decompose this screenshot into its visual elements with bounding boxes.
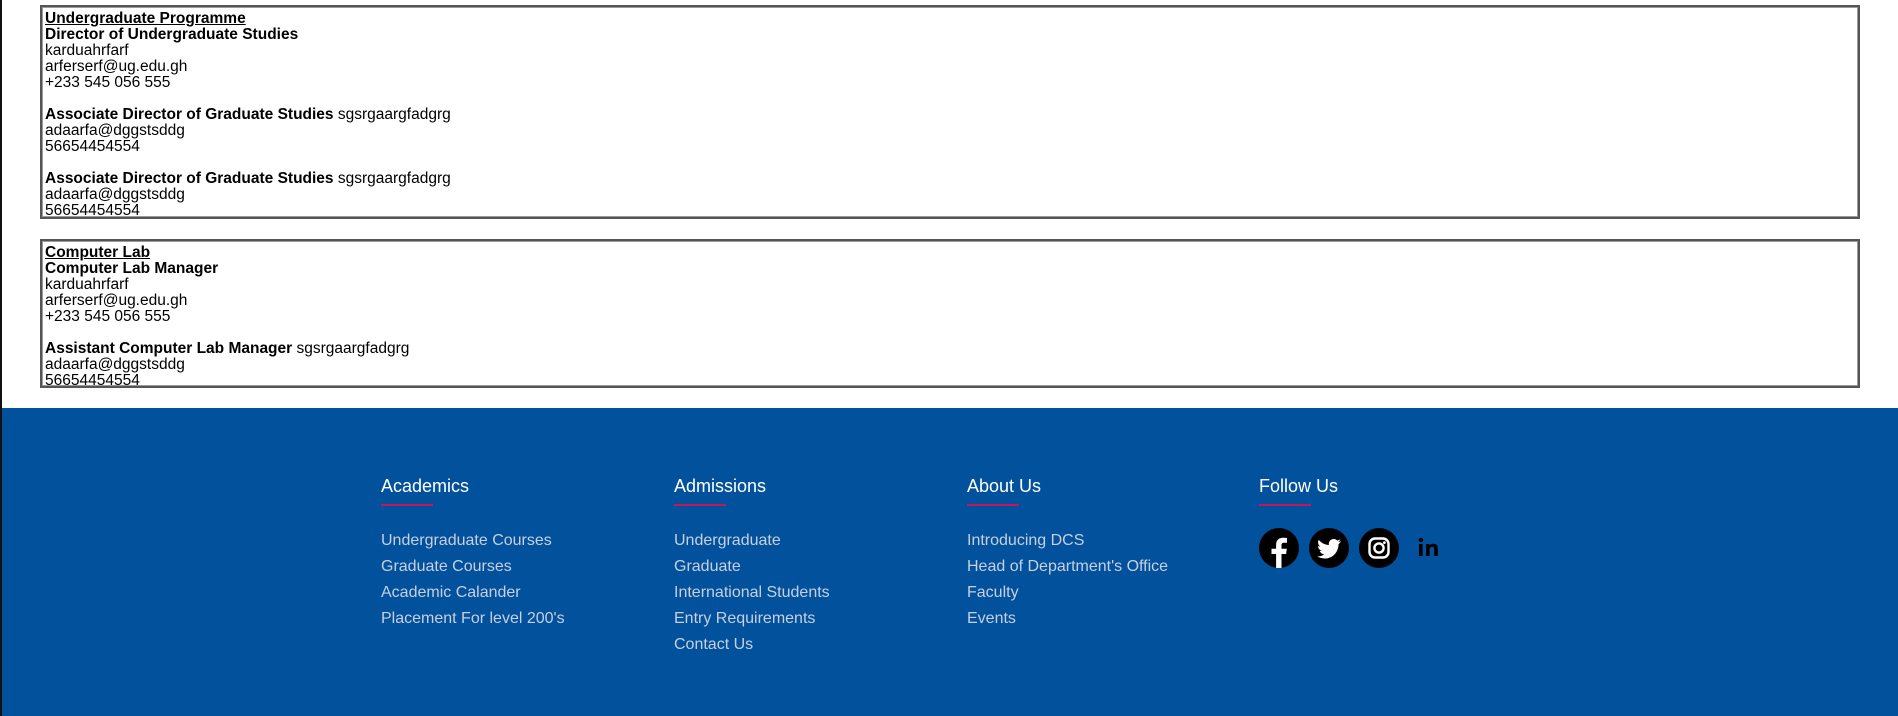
contact-role-line: Associate Director of Graduate Studies s… xyxy=(45,107,1858,123)
twitter-icon[interactable] xyxy=(1309,528,1349,568)
contact-name: karduahrfarf xyxy=(45,276,129,293)
footer-about-column: About Us Introducing DCS Head of Departm… xyxy=(967,476,1168,632)
contact-email: adaarfa@dggstsddg xyxy=(45,122,185,139)
footer-link[interactable]: Faculty xyxy=(967,580,1168,606)
instagram-icon[interactable] xyxy=(1359,528,1399,568)
footer-link[interactable]: Introducing DCS xyxy=(967,528,1168,554)
footer-academics-column: Academics Undergraduate Courses Graduate… xyxy=(381,476,565,632)
contact-name: sgsrgaargfadgrg xyxy=(337,106,451,123)
contact-role: Computer Lab Manager xyxy=(45,260,219,277)
contact-name: sgsrgaargfadgrg xyxy=(296,340,410,357)
contact-phone: 56654454554 xyxy=(45,202,140,219)
contact-email: adaarfa@dggstsddg xyxy=(45,186,185,203)
contact-role: Director of Undergraduate Studies xyxy=(45,26,299,43)
footer-heading: Academics xyxy=(381,476,470,496)
footer-link[interactable]: Head of Department's Office xyxy=(967,554,1168,580)
contact-role: Associate Director of Graduate Studies xyxy=(45,106,334,123)
section-title: Computer Lab xyxy=(45,244,151,261)
contact-role-line: Assistant Computer Lab Manager sgsrgaarg… xyxy=(45,341,1858,357)
contact-name: karduahrfarf xyxy=(45,42,129,59)
footer-heading: Admissions xyxy=(674,476,767,496)
footer-follow-column: Follow Us xyxy=(1259,476,1449,568)
heading-underline xyxy=(967,504,1019,506)
contact-phone: 56654454554 xyxy=(45,372,140,389)
social-links xyxy=(1259,528,1449,568)
contact-name: sgsrgaargfadgrg xyxy=(337,170,451,187)
footer-heading: About Us xyxy=(967,476,1042,496)
footer-link[interactable]: Contact Us xyxy=(674,632,830,658)
contact-role: Assistant Computer Lab Manager xyxy=(45,340,293,357)
facebook-icon[interactable] xyxy=(1259,528,1299,568)
computer-lab-contacts-panel: Computer Lab Computer Lab Manager kardua… xyxy=(40,239,1860,389)
contact-role: Associate Director of Graduate Studies xyxy=(45,170,334,187)
contact-email: arferserf@ug.edu.gh xyxy=(45,58,188,75)
contact-role-line: Associate Director of Graduate Studies s… xyxy=(45,171,1858,187)
footer-link[interactable]: Events xyxy=(967,606,1168,632)
footer-link[interactable]: Undergraduate Courses xyxy=(381,528,565,554)
footer-link[interactable]: Graduate Courses xyxy=(381,554,565,580)
heading-underline xyxy=(674,504,726,506)
undergraduate-contacts-panel: Undergraduate Programme Director of Unde… xyxy=(40,5,1860,219)
footer-link[interactable]: Undergraduate xyxy=(674,528,830,554)
footer-link[interactable]: International Students xyxy=(674,580,830,606)
contact-phone: +233 545 056 555 xyxy=(45,74,171,91)
contact-phone: 56654454554 xyxy=(45,138,140,155)
heading-underline xyxy=(1259,504,1311,506)
site-footer: Academics Undergraduate Courses Graduate… xyxy=(2,408,1898,716)
contact-phone: +233 545 056 555 xyxy=(45,308,171,325)
footer-link[interactable]: Graduate xyxy=(674,554,830,580)
footer-heading: Follow Us xyxy=(1259,476,1339,496)
heading-underline xyxy=(381,504,433,506)
contact-email: adaarfa@dggstsddg xyxy=(45,356,185,373)
footer-admissions-column: Admissions Undergraduate Graduate Intern… xyxy=(674,476,830,658)
linkedin-icon[interactable] xyxy=(1409,528,1449,568)
footer-link[interactable]: Entry Requirements xyxy=(674,606,830,632)
section-title: Undergraduate Programme xyxy=(45,10,246,27)
contact-email: arferserf@ug.edu.gh xyxy=(45,292,188,309)
footer-link[interactable]: Placement For level 200's xyxy=(381,606,565,632)
footer-link[interactable]: Academic Calander xyxy=(381,580,565,606)
